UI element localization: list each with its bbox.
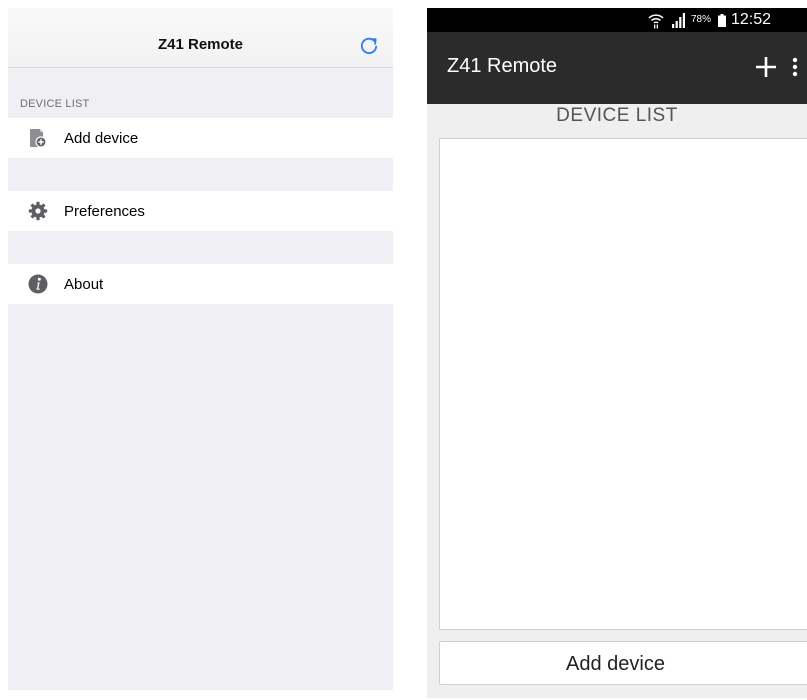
- ios-nav-title: Z41 Remote: [157, 36, 244, 53]
- signal-icon: [672, 13, 685, 28]
- gear-icon: [28, 201, 48, 221]
- android-app-title: Z41 Remote: [447, 55, 558, 77]
- ios-add-device-cell[interactable]: Add device: [8, 118, 393, 158]
- overflow-menu-icon[interactable]: [791, 56, 799, 78]
- ios-preferences-cell[interactable]: Preferences: [8, 191, 393, 231]
- battery-icon: [718, 14, 726, 27]
- ios-navigation-bar: Z41 Remote: [8, 8, 393, 68]
- ios-section-header: DEVICE LIST: [20, 98, 90, 110]
- ios-screen: Z41 Remote DEVICE LIST Add device Prefer…: [8, 8, 393, 690]
- refresh-icon[interactable]: [358, 35, 380, 57]
- plus-icon[interactable]: [753, 54, 779, 80]
- add-device-icon: [30, 129, 47, 148]
- preferences-label: Preferences: [64, 203, 145, 220]
- ios-about-cell[interactable]: About: [8, 264, 393, 304]
- android-action-bar: Z41 Remote: [427, 32, 807, 104]
- status-clock: 12:52: [731, 11, 772, 28]
- device-list-title: DEVICE LIST: [556, 105, 678, 126]
- add-device-button[interactable]: Add device: [439, 641, 807, 685]
- android-status-bar: 78% 12:52: [427, 8, 807, 32]
- android-screen: 78% 12:52 Z41 Remote DEVICE LIST Add dev…: [427, 8, 807, 698]
- info-icon: [28, 274, 48, 294]
- battery-percent: 78%: [691, 14, 712, 25]
- about-label: About: [64, 276, 104, 293]
- add-device-label: Add device: [64, 130, 139, 147]
- wifi-icon: [648, 14, 664, 29]
- device-list[interactable]: [439, 138, 807, 630]
